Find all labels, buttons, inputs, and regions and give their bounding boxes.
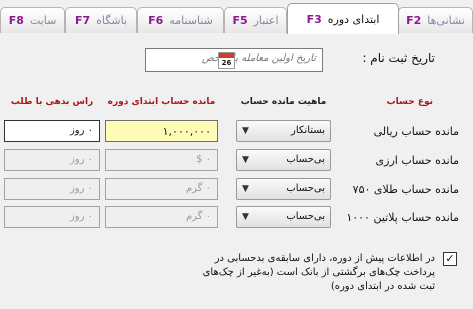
chevron-down-icon: ▼ — [242, 184, 249, 194]
balance-nature-select[interactable]: ▼ بستانکار — [236, 120, 331, 142]
chevron-down-icon: ▼ — [242, 155, 249, 165]
balance-nature-select[interactable]: ▼ بی‌حساب — [236, 206, 331, 228]
row-label: مانده حساب ریالی — [373, 125, 459, 138]
tab-credit[interactable]: اعتبار F5 — [224, 7, 287, 33]
tab-shortcut: F5 — [232, 14, 248, 27]
balance-row-gold: مانده حساب طلای ۷۵۰ ▼ بی‌حساب ۰ گرم ۰ رو… — [0, 178, 473, 202]
balance-nature-value: بستانکار — [291, 125, 325, 136]
due-days-input: ۰ روز — [4, 149, 100, 171]
tab-strip: نشانی‌ها F2 ابتدای دوره F3 اعتبار F5 شنا… — [0, 0, 473, 34]
due-days-input: ۰ روز — [4, 206, 100, 228]
due-days-input: ۰ روز — [4, 178, 100, 200]
tab-shortcut: F3 — [306, 12, 322, 26]
tab-shortcut: F6 — [148, 14, 164, 27]
header-account-type: نوع حساب — [386, 97, 433, 107]
balance-nature-select[interactable]: ▼ بی‌حساب — [236, 149, 331, 171]
tab-label: اعتبار — [253, 14, 279, 27]
balance-nature-value: بی‌حساب — [286, 211, 325, 222]
chevron-down-icon: ▼ — [242, 212, 249, 222]
header-balance-nature: ماهیت مانده حساب — [240, 97, 327, 107]
balance-nature-value: بی‌حساب — [286, 183, 325, 194]
balance-row-rial: مانده حساب ریالی ▼ بستانکار ۱,۰۰۰,۰۰۰ ۰ … — [0, 120, 473, 144]
opening-balance-input: ۰ گرم — [105, 206, 218, 228]
tab-label: سایت — [29, 14, 57, 27]
balance-nature-select[interactable]: ▼ بی‌حساب — [236, 178, 331, 200]
tab-period-start[interactable]: ابتدای دوره F3 — [287, 3, 399, 34]
tab-profile[interactable]: شناسنامه F6 — [137, 7, 224, 33]
opening-balance-input: ۰ $ — [105, 149, 218, 171]
tab-addresses[interactable]: نشانی‌ها F2 — [398, 7, 473, 33]
tab-shortcut: F8 — [8, 14, 24, 27]
tab-website[interactable]: سایت F8 — [0, 7, 65, 33]
header-opening-balance: مانده حساب ابتدای دوره — [107, 97, 216, 107]
tab-shortcut: F7 — [75, 14, 91, 27]
opening-balance-input[interactable]: ۱,۰۰۰,۰۰۰ — [105, 120, 218, 142]
row-label: مانده حساب پلاتین ۱۰۰۰ — [346, 211, 459, 224]
tab-club[interactable]: باشگاه F7 — [65, 7, 137, 33]
due-days-input[interactable]: ۰ روز — [4, 120, 100, 142]
chevron-down-icon: ▼ — [242, 126, 249, 136]
checkmark-icon: ✓ — [445, 252, 455, 265]
balance-row-currency: مانده حساب ارزی ▼ بی‌حساب ۰ $ ۰ روز — [0, 149, 473, 173]
register-date-label: تاریخ ثبت نام : — [362, 51, 435, 65]
tab-shortcut: F2 — [406, 14, 422, 27]
tab-label: شناسنامه — [169, 14, 213, 27]
tab-label: نشانی‌ها — [427, 14, 465, 27]
row-label: مانده حساب ارزی — [375, 154, 459, 167]
bad-debt-checkbox-label: در اطلاعات پیش از دوره، دارای سابقه‌ی بد… — [202, 253, 435, 292]
bad-debt-checkbox[interactable]: ✓ — [443, 252, 457, 266]
calendar-icon-day: 26 — [221, 59, 232, 67]
register-date-row: تاریخ ثبت نام : تاریخ اولین معامله با شخ… — [0, 48, 473, 72]
balance-table-header: نوع حساب ماهیت مانده حساب مانده حساب ابت… — [0, 97, 473, 111]
header-due-days: راس بدهی با طلب — [10, 97, 94, 107]
balance-row-platinum: مانده حساب پلاتین ۱۰۰۰ ▼ بی‌حساب ۰ گرم ۰… — [0, 206, 473, 230]
opening-balance-input: ۰ گرم — [105, 178, 218, 200]
tab-label: باشگاه — [96, 14, 127, 27]
tab-label: ابتدای دوره — [327, 12, 380, 26]
row-label: مانده حساب طلای ۷۵۰ — [352, 183, 459, 196]
calendar-icon[interactable]: 26 — [218, 52, 235, 69]
balance-nature-value: بی‌حساب — [286, 154, 325, 165]
